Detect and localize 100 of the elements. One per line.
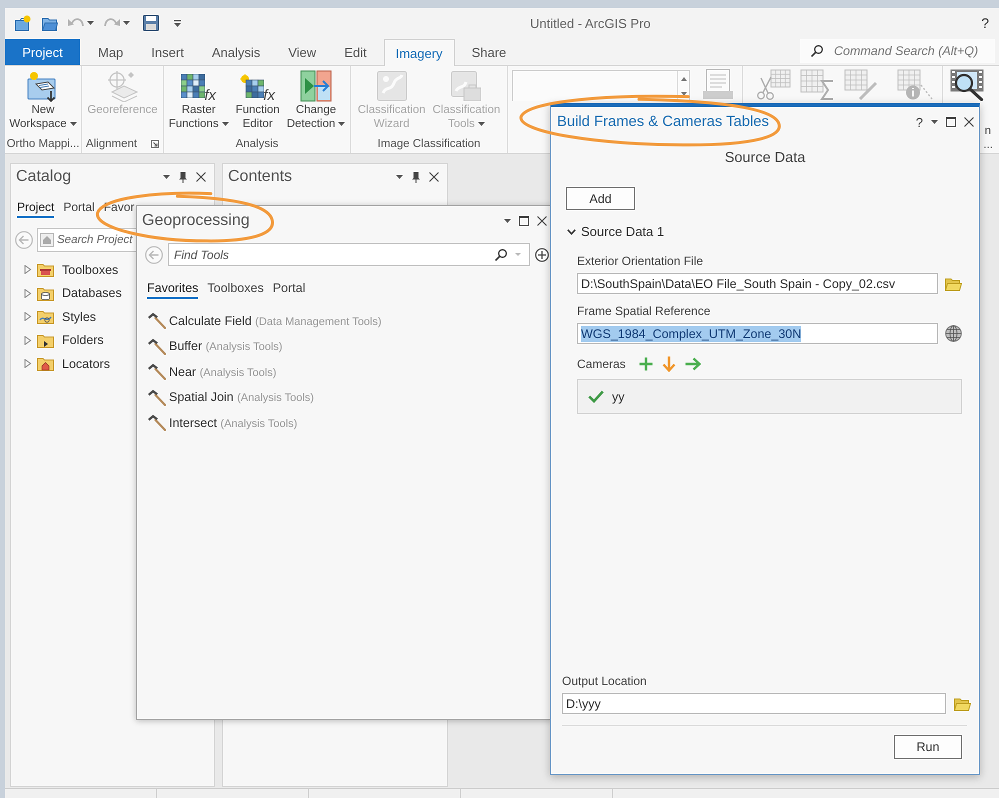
field-label: Output Location (562, 674, 648, 688)
pin-icon[interactable] (412, 172, 420, 182)
pin-icon[interactable] (179, 172, 187, 182)
ribbon-tab[interactable]: Analysis (198, 39, 274, 65)
tool-item[interactable]: Intersect (Analysis Tools) (169, 416, 298, 430)
hammer-icon (148, 312, 166, 330)
caret-icon (515, 253, 521, 256)
command-search-field[interactable]: Command Search (Alt+Q) (800, 38, 995, 62)
ribbon-tab[interactable]: Map (84, 39, 138, 65)
tool-item[interactable]: Calculate Field (Data Management Tools) (169, 314, 382, 328)
add-button[interactable]: Add (566, 187, 635, 210)
text-field[interactable]: D:\SouthSpain\Data\EO File_South Spain - Copy_02.csv (577, 273, 938, 294)
scroll-down-icon[interactable] (680, 92, 686, 96)
hammer-icon (148, 338, 166, 355)
group-label: Image Classification (378, 138, 480, 150)
field-label: Cameras (577, 357, 626, 371)
hammer-icon (148, 414, 166, 432)
button-label: n (984, 124, 991, 138)
database-folder-icon (37, 286, 54, 301)
group-heading[interactable]: Source Data 1 (581, 224, 664, 239)
pane-tab[interactable]: Project (17, 198, 54, 218)
scroll-up-icon[interactable] (680, 77, 686, 81)
tree-item[interactable]: Databases (62, 286, 122, 300)
close-icon[interactable] (964, 117, 974, 127)
save-icon[interactable] (143, 15, 159, 31)
ribbon-button[interactable]: New Workspace (7, 69, 79, 131)
sun-grid-icon (240, 74, 264, 98)
tree-item[interactable]: Toolboxes (62, 262, 118, 277)
right-arrow-icon[interactable] (684, 357, 701, 371)
text-field[interactable]: WGS_1984_Complex_UTM_Zone_30N (577, 323, 938, 344)
change-pages-icon (300, 70, 332, 102)
pane-tab[interactable]: Portal (63, 198, 95, 218)
map-tile-icon (376, 71, 407, 101)
pane-title: Catalog (16, 168, 72, 186)
add-icon[interactable] (535, 248, 549, 262)
customize-icon[interactable] (174, 20, 181, 26)
pane-title: Contents (228, 168, 292, 186)
pane-tab[interactable]: Portal (272, 278, 306, 299)
expand-arrow-icon[interactable] (23, 336, 32, 345)
raster-grid-icon (181, 74, 206, 98)
locator-folder-icon (37, 356, 54, 372)
help-button[interactable]: ? (981, 15, 989, 31)
expand-arrow-icon[interactable] (23, 359, 32, 368)
styles-folder-icon (37, 309, 54, 324)
film-magnifier-icon[interactable] (950, 69, 984, 101)
ribbon-button[interactable]: fx Raster Functions (166, 69, 231, 131)
crosshair-layers-icon (106, 70, 138, 102)
section-heading: Source Data (724, 150, 806, 166)
help-button[interactable]: ? (916, 114, 923, 130)
tool-item[interactable]: Near (Analysis Tools) (169, 364, 276, 379)
folder-icon[interactable] (954, 696, 971, 710)
backstage-tab[interactable]: Project (5, 39, 80, 65)
close-icon[interactable] (537, 216, 547, 226)
globe-icon[interactable] (945, 325, 962, 342)
expand-arrow-icon[interactable] (23, 288, 32, 298)
caret-icon[interactable] (163, 175, 170, 179)
tool-item[interactable]: Spatial Join (Analysis Tools) (169, 390, 314, 404)
caret-icon[interactable] (396, 175, 403, 179)
maximize-icon[interactable] (519, 216, 529, 226)
close-icon[interactable] (429, 172, 439, 182)
folder-icon[interactable] (945, 276, 962, 290)
pane-tab[interactable]: Favorites (147, 278, 198, 299)
chevron-down-icon[interactable] (567, 228, 576, 234)
text-field[interactable]: D:\yyy (562, 693, 946, 714)
ribbon-tab[interactable]: Insert (137, 39, 198, 65)
ribbon-tab[interactable]: Edit (330, 39, 381, 65)
caret-icon[interactable] (504, 219, 511, 223)
run-button[interactable]: Run (894, 735, 962, 759)
group-label: Ortho Mappi... (6, 138, 80, 150)
map-tile-briefcase-icon (451, 71, 482, 101)
search-field[interactable]: Find Tools (168, 243, 530, 266)
ribbon-button[interactable]: fx Function Editor (234, 69, 282, 131)
group-label: ... (983, 138, 993, 150)
search-icon (495, 248, 507, 260)
tool-item[interactable]: Buffer (Analysis Tools) (169, 339, 282, 354)
expand-arrow-icon[interactable] (23, 312, 32, 322)
ribbon-button[interactable]: Change Detection (284, 69, 348, 131)
pane-tab[interactable]: Toolboxes (207, 278, 264, 299)
ribbon-tab[interactable]: Imagery (384, 39, 455, 66)
caret-icon[interactable] (931, 120, 938, 124)
tree-item[interactable]: Folders (62, 333, 104, 348)
close-icon[interactable] (196, 172, 206, 182)
hammer-icon (148, 363, 166, 380)
tree-item[interactable]: Locators (62, 356, 110, 371)
camera-item[interactable]: yy (588, 390, 624, 404)
launcher-icon[interactable] (151, 140, 160, 148)
open-folder-icon[interactable] (42, 15, 58, 31)
field-label: Exterior Orientation File (577, 254, 704, 268)
search-field[interactable]: Search Project (37, 228, 136, 252)
group-label: Analysis (236, 138, 278, 150)
ribbon-tab[interactable]: Share (458, 39, 520, 65)
tree-item[interactable]: Styles (62, 310, 96, 324)
folder-icon (37, 332, 54, 348)
field-label: Frame Spatial Reference (577, 304, 712, 318)
ribbon-tab[interactable]: View (274, 39, 330, 65)
maximize-icon[interactable] (946, 117, 956, 127)
expand-arrow-icon[interactable] (23, 265, 32, 274)
window-title: Geoprocessing (142, 212, 250, 229)
new-project-icon[interactable] (15, 15, 31, 31)
dialog-title: Build Frames & Cameras Tables (557, 114, 769, 130)
